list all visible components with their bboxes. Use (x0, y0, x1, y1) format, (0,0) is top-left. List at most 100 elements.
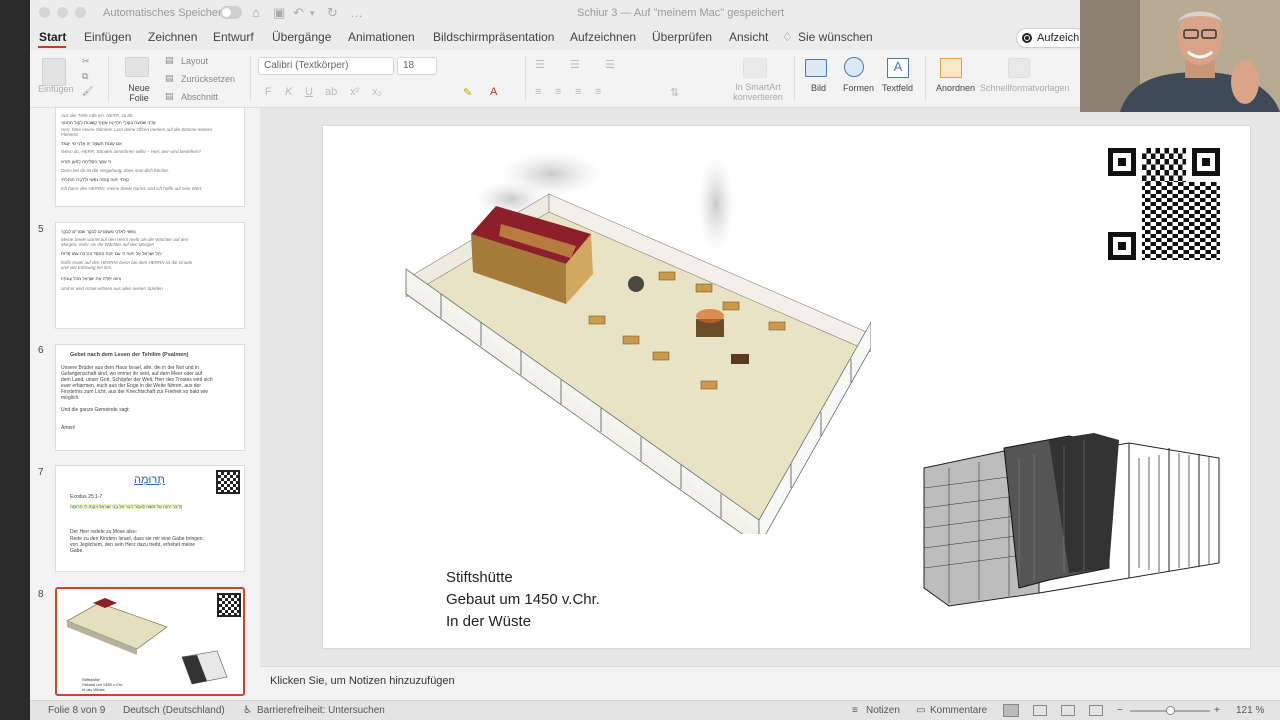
slide-caption-line-3[interactable]: In der Wüste (446, 613, 531, 630)
copy-icon[interactable]: ⧉ (82, 71, 88, 82)
notes-icon: ≡ (852, 705, 858, 716)
font-size-select[interactable]: 18 (397, 57, 437, 75)
tab-slideshow[interactable]: Bildschirmpräsentation (433, 30, 554, 44)
tab-view[interactable]: Ansicht (729, 30, 768, 44)
arrange-icon[interactable] (940, 58, 962, 78)
reset-button[interactable]: Zurücksetzen (181, 74, 235, 84)
status-bar: Folie 8 von 9 Deutsch (Deutschland) ♿ Ba… (30, 700, 1280, 720)
qr-code-image[interactable] (1108, 148, 1220, 260)
slide-caption-line-2[interactable]: Gebaut um 1450 v.Chr. (446, 591, 600, 608)
highlight-icon[interactable]: ✎ (463, 86, 472, 99)
more-icon[interactable]: … (350, 5, 363, 20)
layout-button[interactable]: Layout (181, 56, 208, 66)
zoom-out-button[interactable]: − (1117, 705, 1123, 716)
reading-view-button[interactable] (1061, 705, 1075, 716)
arrange-label[interactable]: Anordnen (936, 83, 975, 93)
slide-number-6: 6 (38, 345, 44, 356)
accessibility-button[interactable]: Barrierefreiheit: Untersuchen (257, 705, 385, 716)
bold-icon[interactable]: F (265, 86, 272, 98)
slide-thumbnail-panel[interactable]: Aus der Tiefe rufe ich, HERR, zu dir. אֲ… (30, 108, 260, 700)
justify-icon[interactable]: ≡ (595, 86, 601, 98)
align-right-icon[interactable]: ≡ (575, 86, 581, 98)
subscript-icon[interactable]: x₂ (372, 86, 382, 98)
tab-record[interactable]: Aufzeichnen (570, 30, 636, 44)
tabernacle-3d-image[interactable] (401, 154, 871, 534)
slideshow-view-button[interactable] (1089, 705, 1103, 716)
textbox-icon[interactable]: A (887, 58, 909, 78)
section-button[interactable]: Abschnitt (181, 92, 218, 102)
minimize-window-button[interactable] (57, 7, 68, 18)
slide-thumbnail-6[interactable]: Gebet nach dem Lesen der Tehilim (Psalme… (55, 344, 245, 451)
section-icon[interactable]: ▤ (165, 91, 174, 102)
tell-me-search[interactable]: Sie wünschen (798, 30, 873, 44)
tab-transitions[interactable]: Übergänge (272, 30, 331, 44)
quick-styles-label[interactable]: Schnellformatvorlagen (980, 83, 1070, 93)
image-icon[interactable] (805, 59, 827, 77)
text-direction-icon[interactable]: ⇅ (670, 86, 679, 99)
tab-start[interactable]: Start (39, 30, 66, 44)
zoom-level[interactable]: 121 % (1236, 705, 1276, 716)
autosave-toggle[interactable] (220, 6, 242, 19)
document-title: Schiur 3 — Auf "meinem Mac" gespeichert (577, 7, 785, 19)
home-icon[interactable]: ⌂ (252, 5, 260, 20)
slide-sorter-button[interactable] (1033, 705, 1047, 716)
tabernacle-sketch-image[interactable] (919, 428, 1229, 608)
quick-styles-icon[interactable] (1008, 58, 1030, 78)
qr-code (217, 593, 241, 617)
qr-code (216, 470, 240, 494)
layout-icon[interactable]: ▤ (165, 55, 174, 66)
redo-icon[interactable]: ↻ (327, 5, 338, 21)
notes-pane[interactable]: Klicken Sie, um Notizen hinzuzufügen (260, 666, 1280, 700)
slide-thumbnail-4[interactable]: Aus der Tiefe rufe ich, HERR, zu dir. אֲ… (55, 108, 245, 207)
zoom-window-button[interactable] (75, 7, 86, 18)
tab-draw[interactable]: Zeichnen (148, 30, 197, 44)
language-indicator[interactable]: Deutsch (Deutschland) (123, 705, 225, 716)
comments-button[interactable]: Kommentare (930, 705, 987, 716)
slide-thumbnail-5[interactable]: נַפְשִׁי לַאדֹנָי מִשֹּׁמְרִים לַבֹּקֶר … (55, 222, 245, 329)
indent-icon[interactable]: ☰ (605, 58, 615, 71)
slide-thumbnail-7[interactable]: תְּרוּמָה Exodus 25:1-7 וַיְדַבֵּר יְהוָ… (55, 465, 245, 572)
tab-design[interactable]: Entwurf (213, 30, 254, 44)
font-color-icon[interactable]: A (490, 86, 497, 98)
shapes-label[interactable]: Formen (843, 83, 874, 93)
tab-review[interactable]: Überprüfen (652, 30, 712, 44)
align-center-icon[interactable]: ≡ (555, 86, 561, 98)
new-slide-icon[interactable] (125, 57, 149, 77)
slide-thumbnail-8[interactable]: Stiftshütte Gebaut um 1450 v.Chr. In der… (55, 587, 245, 696)
notes-button[interactable]: Notizen (866, 705, 900, 716)
italic-icon[interactable]: K (285, 86, 292, 98)
shapes-icon[interactable] (844, 57, 864, 77)
normal-view-button[interactable] (1003, 704, 1019, 717)
undo-dropdown-icon[interactable]: ▾ (310, 8, 315, 19)
strikethrough-icon[interactable]: ab (325, 86, 337, 98)
undo-icon[interactable]: ↶ (293, 5, 304, 21)
slide-number-5: 5 (38, 224, 44, 235)
comments-icon: ▭ (916, 705, 926, 716)
save-icon[interactable]: ▣ (273, 5, 285, 21)
numbering-icon[interactable]: ☰ (570, 58, 580, 71)
format-painter-icon[interactable]: 🖌 (82, 86, 93, 97)
slide-caption-line-1[interactable]: Stiftshütte (446, 569, 513, 586)
close-window-button[interactable] (39, 7, 50, 18)
paste-icon[interactable] (42, 58, 66, 86)
cut-icon[interactable]: ✂ (82, 56, 90, 67)
smartart-label[interactable]: In SmartArt konvertieren (730, 82, 786, 102)
slide-canvas[interactable]: Stiftshütte Gebaut um 1450 v.Chr. In der… (323, 126, 1250, 648)
font-name-select[interactable]: Calibri (Textkörper) (258, 57, 394, 75)
reset-icon[interactable]: ▤ (165, 73, 174, 84)
textbox-label[interactable]: Textfeld (882, 83, 913, 93)
align-left-icon[interactable]: ≡ (535, 86, 541, 98)
bullets-icon[interactable]: ☰ (535, 58, 545, 71)
image-label[interactable]: Bild (811, 83, 826, 93)
zoom-in-button[interactable]: + (1214, 705, 1220, 716)
notes-placeholder[interactable]: Klicken Sie, um Notizen hinzuzufügen (270, 675, 455, 687)
tab-insert[interactable]: Einfügen (84, 30, 131, 44)
record-button[interactable]: Aufzeichnen (1016, 28, 1086, 48)
active-tab-indicator (38, 46, 66, 48)
new-slide-label[interactable]: Neue Folie (124, 83, 154, 103)
underline-icon[interactable]: U (305, 86, 313, 98)
smartart-icon[interactable] (743, 58, 767, 78)
superscript-icon[interactable]: x² (350, 86, 359, 98)
zoom-slider-handle[interactable] (1166, 706, 1175, 715)
tab-animations[interactable]: Animationen (348, 30, 415, 44)
